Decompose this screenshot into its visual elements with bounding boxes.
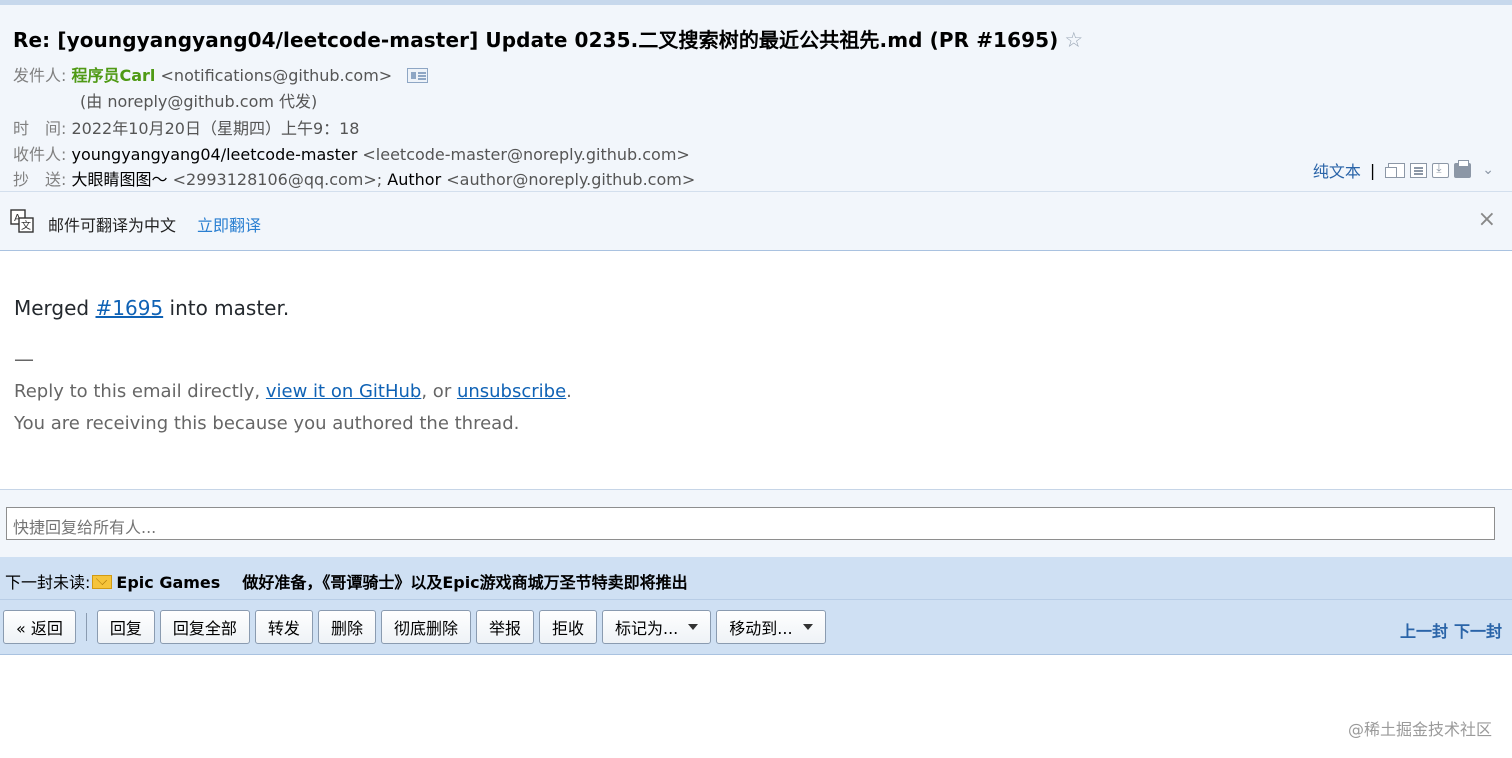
cc-name-2[interactable]: Author — [387, 170, 441, 189]
download-icon[interactable] — [1432, 161, 1450, 178]
next-unread[interactable]: 下一封未读: Epic Games 做好准备，《哥谭骑士》以及Epic游戏商城万圣节… — [5, 569, 688, 593]
new-window-icon[interactable] — [1385, 162, 1406, 178]
reply-mid: , or — [421, 381, 452, 402]
quick-reply-input[interactable] — [6, 507, 1495, 540]
merged-prefix: Merged — [14, 296, 90, 320]
mark-as-dropdown[interactable]: 标记为... — [602, 610, 712, 644]
reply-button[interactable]: 回复 — [96, 610, 155, 644]
sender-name[interactable]: 程序员Carl — [72, 66, 156, 85]
translate-text: 邮件可翻译为中文 — [48, 216, 177, 235]
sender-email: <notifications@github.com> — [160, 66, 393, 85]
delete-permanently-button[interactable]: 彻底删除 — [380, 610, 471, 644]
via-row: (由 noreply@github.com 代发) — [80, 92, 318, 111]
caret-down-icon — [802, 624, 813, 630]
print-icon[interactable] — [1454, 159, 1472, 178]
next-unread-label: 下一封未读: — [5, 573, 91, 592]
bottom-toolbar: 下一封未读: Epic Games 做好准备，《哥谭骑士》以及Epic游戏商城万圣节… — [0, 557, 1512, 655]
chevron-down-icon[interactable]: ⌄ — [1482, 162, 1494, 178]
cc-email-1: <2993128106@qq.com>; — [172, 170, 383, 189]
mail-subject: Re: [youngyangyang04/leetcode-master] Up… — [13, 24, 1083, 53]
merged-line: Merged #1695 into master. — [14, 296, 289, 320]
contact-card-icon[interactable] — [407, 68, 429, 83]
time-row: 时 间: 2022年10月20日（星期四）上午9：18 — [13, 115, 359, 139]
from-row: 发件人: 程序员Carl <notifications@github.com> — [13, 62, 429, 86]
merged-suffix: into master. — [169, 296, 290, 320]
to-label: 收件人: — [13, 145, 67, 164]
recipient-email: <leetcode-master@noreply.github.com> — [362, 145, 690, 164]
time-label: 时 间: — [13, 119, 67, 138]
view-on-github-link[interactable]: view it on GitHub — [266, 381, 421, 402]
translate-icon: A 文 — [10, 209, 34, 233]
svg-text:文: 文 — [21, 219, 31, 232]
reply-prefix: Reply to this email directly, — [14, 381, 261, 402]
reply-all-button[interactable]: 回复全部 — [159, 610, 250, 644]
translate-now-link[interactable]: 立即翻译 — [197, 212, 261, 236]
cc-name-1[interactable]: 大眼睛图图～ — [72, 170, 168, 189]
cc-label: 抄 送: — [13, 170, 67, 189]
view-source-icon[interactable] — [1410, 162, 1428, 178]
unsubscribe-link[interactable]: unsubscribe — [457, 381, 566, 402]
reply-end: . — [566, 381, 572, 402]
forward-button[interactable]: 转发 — [254, 610, 313, 644]
recipient-name[interactable]: youngyangyang04/leetcode-master — [72, 145, 358, 164]
cc-row: 抄 送: 大眼睛图图～ <2993128106@qq.com>; Author … — [13, 166, 695, 190]
reject-button[interactable]: 拒收 — [538, 610, 597, 644]
move-to-dropdown[interactable]: 移动到... — [716, 610, 826, 644]
reply-line: Reply to this email directly, view it on… — [14, 381, 572, 402]
cc-email-2: <author@noreply.github.com> — [446, 170, 696, 189]
time-value: 2022年10月20日（星期四）上午9：18 — [71, 119, 360, 138]
back-button[interactable]: « 返回 — [3, 610, 76, 644]
toolbar-divider — [0, 599, 1512, 600]
next-unread-subject[interactable]: 做好准备，《哥谭骑士》以及Epic游戏商城万圣节特卖即将推出 — [242, 573, 687, 592]
quick-reply-area — [0, 489, 1512, 557]
mail-header: Re: [youngyangyang04/leetcode-master] Up… — [0, 0, 1512, 192]
next-unread-from[interactable]: Epic Games — [116, 573, 220, 592]
next-mail-link[interactable]: 下一封 — [1454, 622, 1502, 641]
report-button[interactable]: 举报 — [475, 610, 534, 644]
action-buttons: « 返回 回复 回复全部 转发 删除 彻底删除 举报 拒收 标记为... 移动到… — [3, 610, 831, 644]
envelope-icon — [92, 575, 113, 589]
caret-down-icon — [688, 624, 699, 630]
receiving-reason: You are receiving this because you autho… — [14, 413, 520, 434]
delete-button[interactable]: 删除 — [317, 610, 376, 644]
subject-text: Re: [youngyangyang04/leetcode-master] Up… — [13, 28, 1059, 52]
watermark: @稀土掘金技术社区 — [1347, 720, 1492, 739]
mail-navigation: 上一封 下一封 — [1400, 618, 1502, 642]
plain-text-link[interactable]: 纯文本 — [1313, 158, 1361, 182]
translate-bar: A 文 邮件可翻译为中文 立即翻译 × — [0, 192, 1512, 251]
close-icon[interactable]: × — [1478, 207, 1496, 232]
from-label: 发件人: — [13, 66, 67, 85]
mark-as-label: 标记为... — [615, 619, 679, 638]
previous-mail-link[interactable]: 上一封 — [1400, 622, 1448, 641]
pr-link[interactable]: #1695 — [96, 296, 164, 320]
star-icon[interactable]: ☆ — [1064, 28, 1083, 52]
signature-dash: — — [14, 347, 34, 371]
to-row: 收件人: youngyangyang04/leetcode-master <le… — [13, 141, 690, 165]
button-separator — [85, 613, 87, 641]
tools-separator: | — [1369, 160, 1376, 180]
move-to-label: 移动到... — [729, 619, 793, 638]
header-tools: 纯文本 | ⌄ — [1313, 158, 1494, 182]
